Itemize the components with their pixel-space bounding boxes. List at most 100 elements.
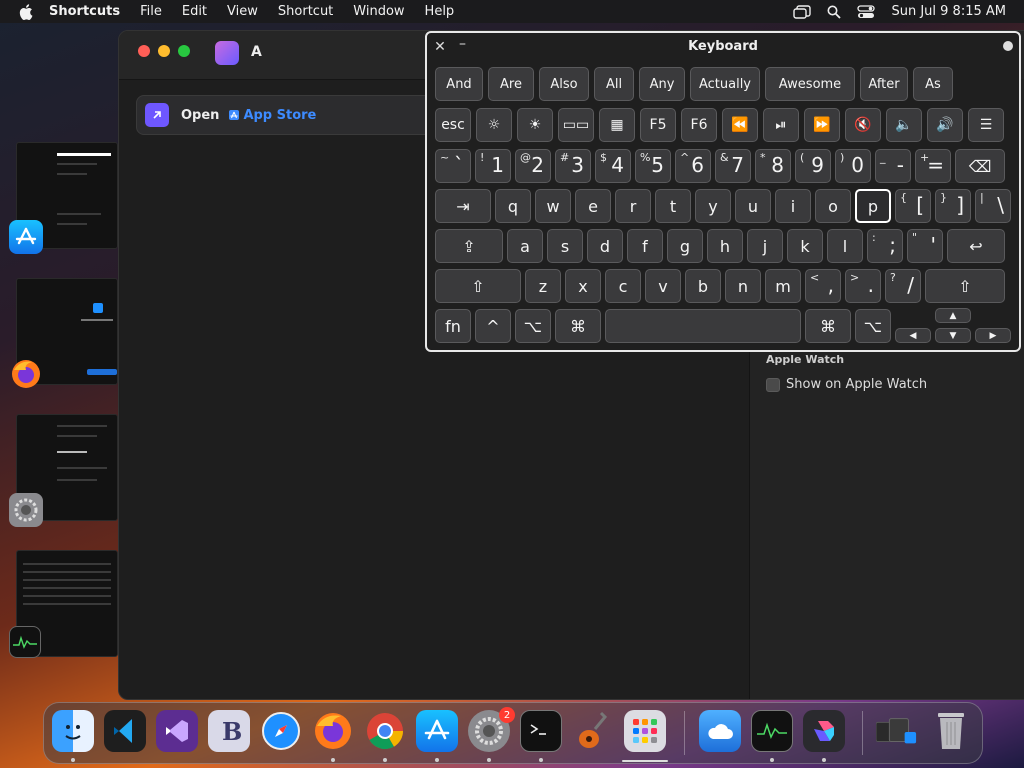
key-command-left[interactable]: ⌘: [555, 309, 601, 343]
key-arrow-up[interactable]: ▲: [935, 308, 971, 323]
suggestion-actually[interactable]: Actually: [690, 67, 760, 101]
key-caps-lock[interactable]: ⇪: [435, 229, 503, 263]
key-o[interactable]: o: [815, 189, 851, 223]
suggestion-awesome[interactable]: Awesome: [765, 67, 855, 101]
menu-file[interactable]: File: [140, 4, 162, 19]
key-mute[interactable]: 🔇: [845, 108, 881, 142]
key-arrow-left[interactable]: ◀: [895, 328, 931, 343]
suggestion-all[interactable]: All: [594, 67, 634, 101]
key-s[interactable]: s: [547, 229, 583, 263]
key-num-6[interactable]: ^ 6: [675, 149, 711, 183]
key-sym-z-0[interactable]: <,: [805, 269, 841, 303]
suggestion-as[interactable]: As: [913, 67, 953, 101]
key-num-4[interactable]: $4: [595, 149, 631, 183]
menu-edit[interactable]: Edit: [182, 4, 207, 19]
key-brightness-up[interactable]: ☀: [517, 108, 553, 142]
key-e[interactable]: e: [575, 189, 611, 223]
key-y[interactable]: y: [695, 189, 731, 223]
key-f6[interactable]: F6: [681, 108, 717, 142]
key-brightness-down[interactable]: ☼: [476, 108, 512, 142]
key-arrow-down[interactable]: ▼: [935, 328, 971, 343]
key-num-3[interactable]: #3: [555, 149, 591, 183]
key-sym-q-2[interactable]: | \: [975, 189, 1011, 223]
key-u[interactable]: u: [735, 189, 771, 223]
key-num-10[interactable]: ) 0: [835, 149, 871, 183]
key-space[interactable]: [605, 309, 801, 343]
menu-window[interactable]: Window: [353, 4, 404, 19]
key-w[interactable]: w: [535, 189, 571, 223]
key-num-2[interactable]: @2: [515, 149, 551, 183]
key-option-left[interactable]: ⌥: [515, 309, 551, 343]
key-z[interactable]: z: [525, 269, 561, 303]
key-num-11[interactable]: _ -: [875, 149, 911, 183]
dock-shortcuts-icon[interactable]: [803, 710, 845, 752]
key-num-1[interactable]: ! 1: [475, 149, 511, 183]
key-l[interactable]: l: [827, 229, 863, 263]
key-num-7[interactable]: & 7: [715, 149, 751, 183]
dock-vscode-icon[interactable]: [104, 710, 146, 752]
stage-manager-icon[interactable]: [793, 4, 812, 19]
key-option-right[interactable]: ⌥: [855, 309, 891, 343]
menubar-clock[interactable]: Sun Jul 9 8:15 AM: [891, 4, 1006, 19]
key-fast-forward[interactable]: ⏩: [804, 108, 840, 142]
shortcut-title[interactable]: A: [251, 44, 262, 60]
key-g[interactable]: g: [667, 229, 703, 263]
key-sym-q-0[interactable]: {[: [895, 189, 931, 223]
dock-garageband-icon[interactable]: [572, 710, 614, 752]
show-on-apple-watch-row[interactable]: Show on Apple Watch: [766, 377, 927, 392]
key-fn[interactable]: fn: [435, 309, 471, 343]
menu-help[interactable]: Help: [425, 4, 455, 19]
spotlight-search-icon[interactable]: [827, 5, 842, 19]
control-center-icon[interactable]: [857, 4, 876, 19]
key-play-pause[interactable]: ⏯: [763, 108, 799, 142]
key-i[interactable]: i: [775, 189, 811, 223]
activity-monitor-icon[interactable]: [9, 626, 41, 658]
shortcut-icon[interactable]: [215, 41, 239, 65]
suggestion-and[interactable]: And: [435, 67, 483, 101]
dock-launchpad-icon[interactable]: [624, 710, 666, 752]
key-f[interactable]: f: [627, 229, 663, 263]
app-store-icon[interactable]: [9, 220, 43, 254]
keyboard-options-icon[interactable]: [1003, 41, 1013, 51]
key-f5[interactable]: F5: [640, 108, 676, 142]
dock-finder-icon[interactable]: [52, 710, 94, 752]
dock-terminal-icon[interactable]: [520, 710, 562, 752]
apple-menu-icon[interactable]: [19, 3, 33, 20]
key-k[interactable]: k: [787, 229, 823, 263]
window-minimize-button[interactable]: [158, 45, 170, 57]
dock-app-store-icon[interactable]: [416, 710, 458, 752]
key-num-9[interactable]: (9: [795, 149, 831, 183]
firefox-icon[interactable]: [9, 357, 43, 391]
key-sym-a-0[interactable]: :;: [867, 229, 903, 263]
key-volume-up[interactable]: 🔊: [927, 108, 963, 142]
key-m[interactable]: m: [765, 269, 801, 303]
dock-visual-studio-icon[interactable]: [156, 710, 198, 752]
key-rewind[interactable]: ⏪: [722, 108, 758, 142]
window-close-button[interactable]: [138, 45, 150, 57]
key-command-right[interactable]: ⌘: [805, 309, 851, 343]
show-on-apple-watch-checkbox[interactable]: [766, 377, 780, 392]
key-c[interactable]: c: [605, 269, 641, 303]
key-sym-z-2[interactable]: ? /: [885, 269, 921, 303]
suggestion-also[interactable]: Also: [539, 67, 589, 101]
dock-safari-icon[interactable]: [260, 710, 302, 752]
dock-trash-icon[interactable]: [930, 710, 972, 752]
key-control[interactable]: ^: [475, 309, 511, 343]
key-launchpad[interactable]: ▦: [599, 108, 635, 142]
key-volume-down[interactable]: 🔈: [886, 108, 922, 142]
key-arrow-right[interactable]: ▶: [975, 328, 1011, 343]
key-num-0[interactable]: ~ `: [435, 149, 471, 183]
key-a[interactable]: a: [507, 229, 543, 263]
suggestion-are[interactable]: Are: [488, 67, 534, 101]
suggestion-after[interactable]: After: [860, 67, 908, 101]
key-shift-right[interactable]: ⇧: [925, 269, 1005, 303]
window-zoom-button[interactable]: [178, 45, 190, 57]
key-num-8[interactable]: * 8: [755, 149, 791, 183]
suggestion-any[interactable]: Any: [639, 67, 685, 101]
dock-recent-window-icon[interactable]: [876, 710, 918, 752]
dock-firefox-icon[interactable]: [312, 710, 354, 752]
key-return[interactable]: ↩: [947, 229, 1005, 263]
key-sym-z-1[interactable]: >.: [845, 269, 881, 303]
key-sym-q-1[interactable]: }]: [935, 189, 971, 223]
key-num-12[interactable]: + =: [915, 149, 951, 183]
